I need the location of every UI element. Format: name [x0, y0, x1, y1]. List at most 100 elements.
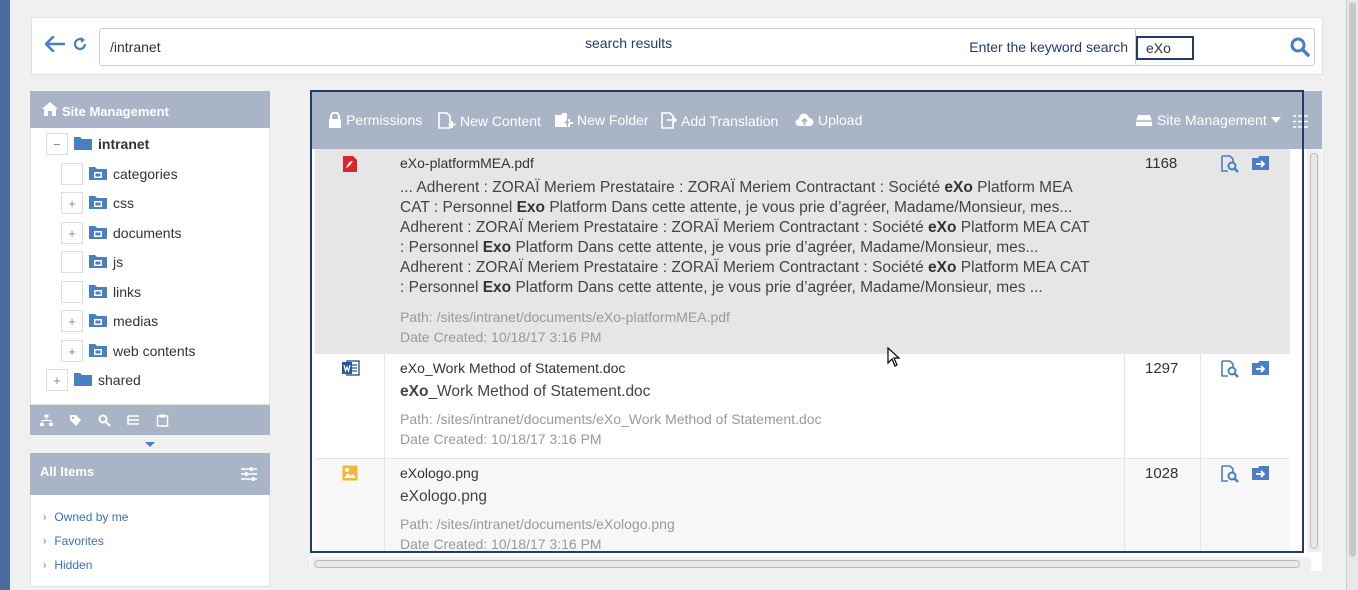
expand-icon[interactable]: +: [61, 192, 83, 214]
upload-button[interactable]: Upload: [795, 112, 862, 128]
tree-spacer[interactable]: [61, 163, 83, 185]
tree-spacer[interactable]: [61, 251, 83, 273]
result-score: 1168: [1125, 149, 1201, 353]
excerpt-text: Adherent : ZORAÏ Meriem Prestataire : ZO…: [400, 259, 929, 276]
result-name[interactable]: eXo-platformMEA.pdf: [400, 155, 1109, 171]
expand-icon[interactable]: +: [61, 340, 83, 362]
excerpt-text: Platform MEA CAT: [956, 219, 1090, 236]
collapse-chevron-icon[interactable]: [30, 435, 270, 449]
search-icon[interactable]: [98, 414, 111, 427]
table-row[interactable]: eXo-platformMEA.pdf ... Adherent : ZORAÏ…: [315, 149, 1290, 354]
excerpt-text: Platform MEA: [972, 179, 1073, 196]
tree-node-documents[interactable]: + documents: [61, 221, 181, 245]
back-arrow-icon[interactable]: [44, 35, 66, 57]
preview-icon[interactable]: [1221, 465, 1239, 486]
keyword-highlight: eXo: [928, 219, 957, 236]
clipboard-icon[interactable]: [156, 414, 169, 427]
result-path: Path: /sites/intranet/documents/eXo-plat…: [400, 309, 730, 325]
result-name[interactable]: eXologo.png: [400, 465, 1109, 481]
tree-node-label: intranet: [98, 136, 150, 152]
result-date: Date Created: 10/18/17 3:16 PM: [400, 329, 602, 345]
preview-icon[interactable]: [1221, 155, 1239, 176]
add-translation-button[interactable]: Add Translation: [661, 112, 778, 129]
new-folder-button[interactable]: New Folder: [554, 112, 649, 128]
search-input[interactable]: [1136, 36, 1194, 60]
tree-node-web-contents[interactable]: + web contents: [61, 339, 196, 363]
tree-node-intranet[interactable]: − intranet: [46, 132, 149, 156]
tree-spacer[interactable]: [61, 281, 83, 303]
tree-toolbar: [30, 405, 270, 435]
folder-icon: [89, 254, 107, 271]
view-options-icon[interactable]: [1293, 115, 1308, 131]
table-row[interactable]: eXologo.png eXologo.png Path: /sites/int…: [315, 459, 1290, 552]
expand-icon[interactable]: +: [46, 369, 68, 391]
excerpt-line: Adherent : ZORAÏ Meriem Prestataire : ZO…: [400, 258, 1109, 278]
filter-settings-icon[interactable]: [241, 467, 257, 481]
tree-node-categories[interactable]: categories: [61, 162, 178, 186]
result-name[interactable]: eXo_Work Method of Statement.doc: [400, 360, 1109, 376]
results-vertical-scrollbar[interactable]: [1307, 149, 1321, 552]
folder-icon: [89, 225, 107, 242]
folder-icon: [89, 343, 107, 360]
all-items-link[interactable]: Owned by me: [31, 505, 269, 529]
excerpt-text: : Personnel: [400, 239, 483, 256]
tree-node-label: documents: [113, 225, 182, 241]
translation-icon: [661, 112, 677, 129]
sidebar-title: Site Management: [62, 104, 169, 119]
search-results-list: eXo-platformMEA.pdf ... Adherent : ZORAÏ…: [315, 149, 1290, 552]
expand-icon[interactable]: +: [61, 222, 83, 244]
results-vertical-scrollbar-thumb[interactable]: [1310, 153, 1318, 549]
address-field[interactable]: /intranet search results Enter the keywo…: [99, 28, 1157, 66]
cloud-upload-icon: [795, 113, 814, 127]
collapse-icon[interactable]: −: [46, 133, 68, 155]
excerpt-line: Adherent : ZORAÏ Meriem Prestataire : ZO…: [400, 218, 1109, 238]
permissions-button[interactable]: Permissions: [328, 112, 422, 128]
search-icon[interactable]: [1290, 37, 1310, 60]
search-box[interactable]: [1135, 28, 1315, 66]
tree-node-label: shared: [98, 372, 141, 388]
tree-node-medias[interactable]: + medias: [61, 309, 158, 333]
go-to-folder-icon[interactable]: [1251, 155, 1270, 174]
all-items-title: All Items: [40, 464, 95, 479]
list-tree-icon[interactable]: [127, 414, 140, 427]
mouse-cursor-icon: [887, 346, 901, 370]
home-icon: [42, 102, 58, 116]
preview-icon[interactable]: [1221, 360, 1239, 381]
table-row[interactable]: eXo_Work Method of Statement.doc eXo_Wor…: [315, 354, 1290, 459]
excerpt-text: Platform Dans cette attente, je vous pri…: [545, 199, 1073, 216]
window-scrollbar-thumb[interactable]: [1349, 2, 1356, 557]
results-horizontal-scrollbar[interactable]: [311, 557, 1311, 571]
tree-node-links[interactable]: links: [61, 280, 141, 304]
tree-node-label: css: [113, 195, 134, 211]
result-details: eXologo.png eXologo.png Path: /sites/int…: [385, 459, 1125, 552]
result-actions: [1201, 354, 1290, 458]
keyword-search-dropdown[interactable]: Enter the keyword search: [969, 39, 1128, 55]
folder-icon: [89, 166, 107, 183]
result-meta: Path: /sites/intranet/documents/eXo-plat…: [400, 307, 1109, 347]
image-file-icon: [342, 465, 358, 484]
window-scrollbar[interactable]: [1346, 0, 1358, 590]
tree-node-shared[interactable]: + shared: [46, 368, 141, 392]
results-horizontal-scrollbar-thumb[interactable]: [314, 560, 1300, 568]
tree-node-label: web contents: [113, 343, 196, 359]
drive-selector[interactable]: Site Management: [1135, 112, 1281, 128]
go-to-folder-icon[interactable]: [1251, 360, 1270, 379]
tree-node-css[interactable]: + css: [61, 191, 134, 215]
new-content-button[interactable]: New Content: [438, 112, 541, 129]
site-management-header: Site Management: [30, 91, 270, 128]
tag-icon[interactable]: [69, 414, 82, 427]
excerpt-text: : Personnel: [400, 279, 483, 296]
all-items-link[interactable]: Hidden: [31, 553, 269, 577]
keyword-highlight: Exo: [482, 239, 512, 256]
expand-icon[interactable]: +: [61, 310, 83, 332]
all-items-link[interactable]: Favorites: [31, 529, 269, 553]
go-to-folder-icon[interactable]: [1251, 465, 1270, 484]
refresh-icon[interactable]: [72, 36, 88, 57]
result-score: 1028: [1125, 459, 1201, 552]
tree-node-js[interactable]: js: [61, 250, 123, 274]
file-icon-cell: [315, 354, 385, 458]
file-icon-cell: [315, 149, 385, 353]
sitemap-icon[interactable]: [40, 414, 53, 427]
file-icon-cell: [315, 459, 385, 552]
excerpt-line: CAT : Personnel Exo Platform Dans cette …: [400, 198, 1109, 218]
